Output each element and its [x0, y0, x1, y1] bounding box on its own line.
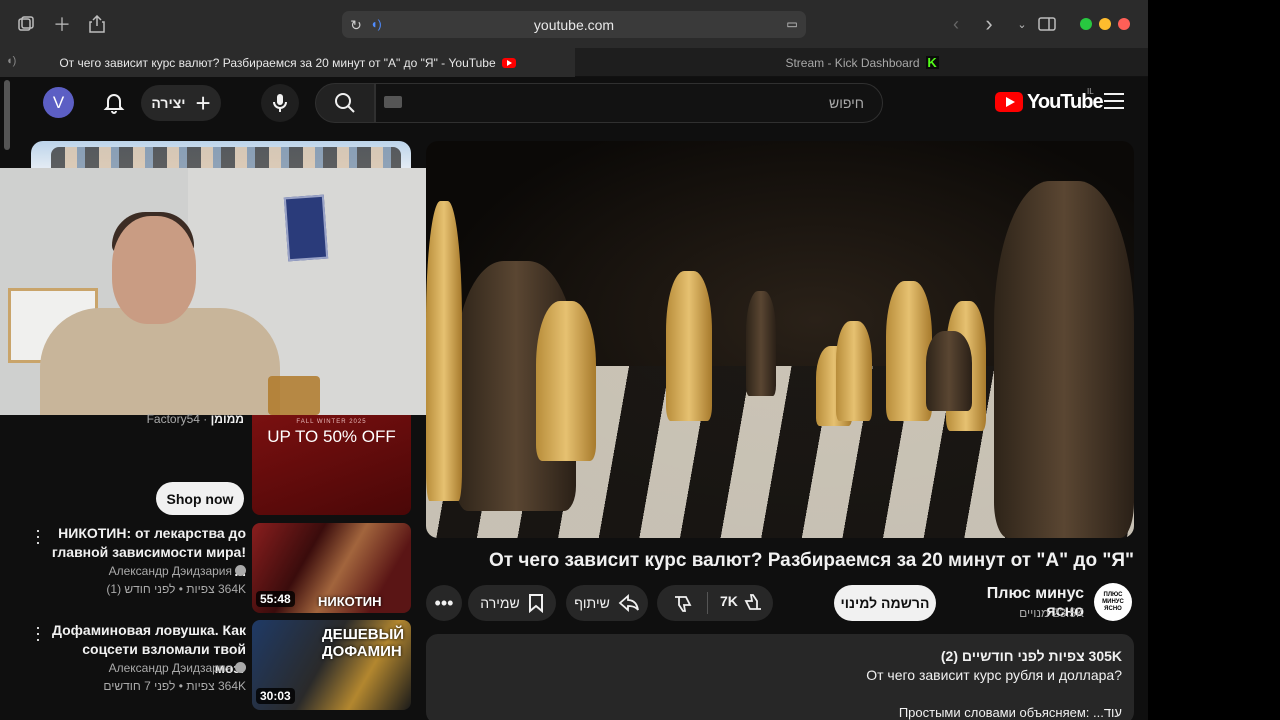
- channel-name[interactable]: Александр Дэидзария: [50, 661, 246, 675]
- youtube-play-icon: [995, 92, 1023, 112]
- video-player[interactable]: [426, 141, 1134, 538]
- ad-image-big-text: UP TO 50% OFF: [267, 427, 396, 446]
- video-thumbnail[interactable]: НИКОТИН 55:48: [252, 523, 411, 613]
- microphone-icon: [273, 94, 287, 112]
- ad-banner-image[interactable]: [31, 141, 411, 171]
- verified-icon: [235, 565, 246, 576]
- shop-now-button[interactable]: Shop now: [156, 482, 244, 515]
- audio-playing-icon[interactable]: ◖): [368, 16, 384, 32]
- channel-avatar[interactable]: ПЛЮС МИНУС ЯСНО: [1094, 583, 1132, 621]
- search-input[interactable]: חיפוש: [375, 83, 883, 123]
- thumbnail-text: НИКОТИН: [318, 594, 382, 609]
- create-label: יצירה: [151, 95, 186, 111]
- kick-favicon-icon: K: [925, 55, 939, 70]
- thumbnail-text: ДЕШЕВЫЙ ДОФАМИН: [322, 626, 405, 660]
- ad-meta: ממומן · Factory54: [146, 412, 244, 426]
- subscribe-button[interactable]: הרשמה למינוי: [834, 585, 936, 621]
- duration-badge: 30:03: [256, 688, 295, 704]
- back-icon[interactable]: ‹: [944, 12, 968, 36]
- youtube-logo[interactable]: YouTube IL: [995, 87, 1104, 114]
- list-item[interactable]: · · · НИКОТИН: от лекарства до главной зав…: [20, 521, 412, 615]
- menu-icon[interactable]: [1104, 93, 1124, 111]
- sponsored-label: ממומן: [210, 412, 244, 426]
- tab-kick[interactable]: Stream - Kick Dashboard K: [576, 48, 1148, 77]
- address-bar[interactable]: ↻ ◖) youtube.com ▭: [342, 11, 806, 38]
- voice-search-button[interactable]: [261, 84, 299, 122]
- like-count: 7K: [720, 593, 738, 609]
- subscriber-count: 23.5K מנויים: [1019, 606, 1084, 620]
- reader-mode-icon[interactable]: ▭: [784, 16, 800, 32]
- close-window-button[interactable]: [1118, 18, 1130, 30]
- video-thumbnail[interactable]: ДЕШЕВЫЙ ДОФАМИН 30:03: [252, 620, 411, 710]
- more-horizontal-icon: •••: [434, 593, 454, 613]
- browser-toolbar: ＋ ↻ ◖) youtube.com ▭ ‹ › ⌄: [0, 0, 1148, 48]
- description-line-2: Простыми словами объясняем: ...עוד: [898, 705, 1122, 720]
- scrollbar-thumb[interactable]: [4, 80, 10, 150]
- keyboard-icon[interactable]: [384, 96, 402, 108]
- video-stats: 364K צפיות • לפני חודש (1): [106, 582, 246, 596]
- dislike-button[interactable]: [673, 594, 693, 617]
- youtube-favicon-icon: [501, 57, 516, 68]
- new-tab-icon[interactable]: ＋: [50, 12, 74, 36]
- thumbs-up-icon: [744, 594, 761, 610]
- browser-window: ＋ ↻ ◖) youtube.com ▭ ‹ › ⌄ ◖) От чего за…: [0, 0, 1148, 720]
- webcam-overlay: [0, 168, 440, 415]
- more-options-icon[interactable]: · · ·: [30, 521, 46, 551]
- share-button[interactable]: שיתוף: [566, 585, 648, 621]
- search-placeholder: חיפוש: [829, 95, 864, 111]
- tab-youtube[interactable]: ◖) От чего зависит курс валют? Разбираем…: [0, 48, 575, 77]
- more-actions-button[interactable]: •••: [426, 585, 462, 621]
- avatar[interactable]: V: [43, 87, 74, 118]
- description-stats: 305K צפיות לפני חודשיים (2): [940, 648, 1122, 664]
- video-title-main: От чего зависит курс валют? Разбираемся …: [489, 550, 1134, 571]
- zoom-window-button[interactable]: [1080, 18, 1092, 30]
- forward-icon[interactable]: ›: [977, 11, 1001, 36]
- description-line-1: От чего зависит курс рубля и доллара?: [866, 667, 1122, 683]
- share-label: שיתוף: [574, 595, 610, 611]
- sidebar-toggle-icon[interactable]: [14, 12, 38, 36]
- ad-image[interactable]: FALL WINTER 2025 UP TO 50% OFF: [252, 415, 411, 515]
- search-button[interactable]: [315, 83, 375, 123]
- tab-bar: ◖) От чего зависит курс валют? Разбираем…: [0, 48, 1148, 77]
- ad-image-small-text: FALL WINTER 2025: [296, 419, 367, 425]
- tab-audio-icon[interactable]: ◖): [6, 55, 16, 67]
- video-stats: 364K צפיות • לפני 7 חודשים: [103, 679, 246, 693]
- search-icon: [335, 93, 355, 113]
- save-label: שמירה: [480, 595, 520, 611]
- create-button[interactable]: יצירה +: [141, 85, 221, 121]
- video-actions: ••• שמירה שיתוף 7K הרשמה למינוי Плюс мин…: [426, 583, 1136, 622]
- poster: [283, 194, 329, 262]
- like-button[interactable]: [743, 592, 763, 615]
- notifications-bell-icon[interactable]: [101, 89, 127, 115]
- advertiser-name: Factory54: [146, 412, 200, 426]
- split-view-icon[interactable]: [1035, 12, 1059, 36]
- desktop-background: [1148, 0, 1280, 720]
- save-button[interactable]: שמירה: [468, 585, 556, 621]
- more-options-icon[interactable]: · · ·: [30, 618, 46, 648]
- chevron-down-icon[interactable]: ⌄: [1010, 12, 1034, 36]
- share-arrow-icon: [618, 594, 639, 612]
- verified-icon: [235, 662, 246, 673]
- share-icon[interactable]: [85, 12, 109, 36]
- reload-icon[interactable]: ↻: [346, 15, 366, 35]
- url-text: youtube.com: [533, 16, 615, 33]
- plus-icon: +: [195, 88, 211, 118]
- tab-title: Stream - Kick Dashboard: [785, 55, 920, 70]
- minimize-window-button[interactable]: [1099, 18, 1111, 30]
- description-box[interactable]: 305K צפיות לפני חודשיים (2) От чего зави…: [426, 634, 1134, 720]
- tea-cup: [268, 376, 320, 415]
- duration-badge: 55:48: [256, 591, 295, 607]
- like-dislike-group: 7K: [657, 585, 773, 621]
- channel-name[interactable]: Александр Дэидзария: [50, 564, 246, 578]
- thumbs-down-icon: [675, 596, 692, 612]
- list-item[interactable]: · · · Дофаминовая ловушка. Как соцсети взл…: [20, 618, 412, 712]
- country-code: IL: [1087, 87, 1094, 96]
- tab-title: От чего зависит курс валют? Разбираемся …: [59, 55, 496, 70]
- bookmark-icon: [528, 594, 543, 613]
